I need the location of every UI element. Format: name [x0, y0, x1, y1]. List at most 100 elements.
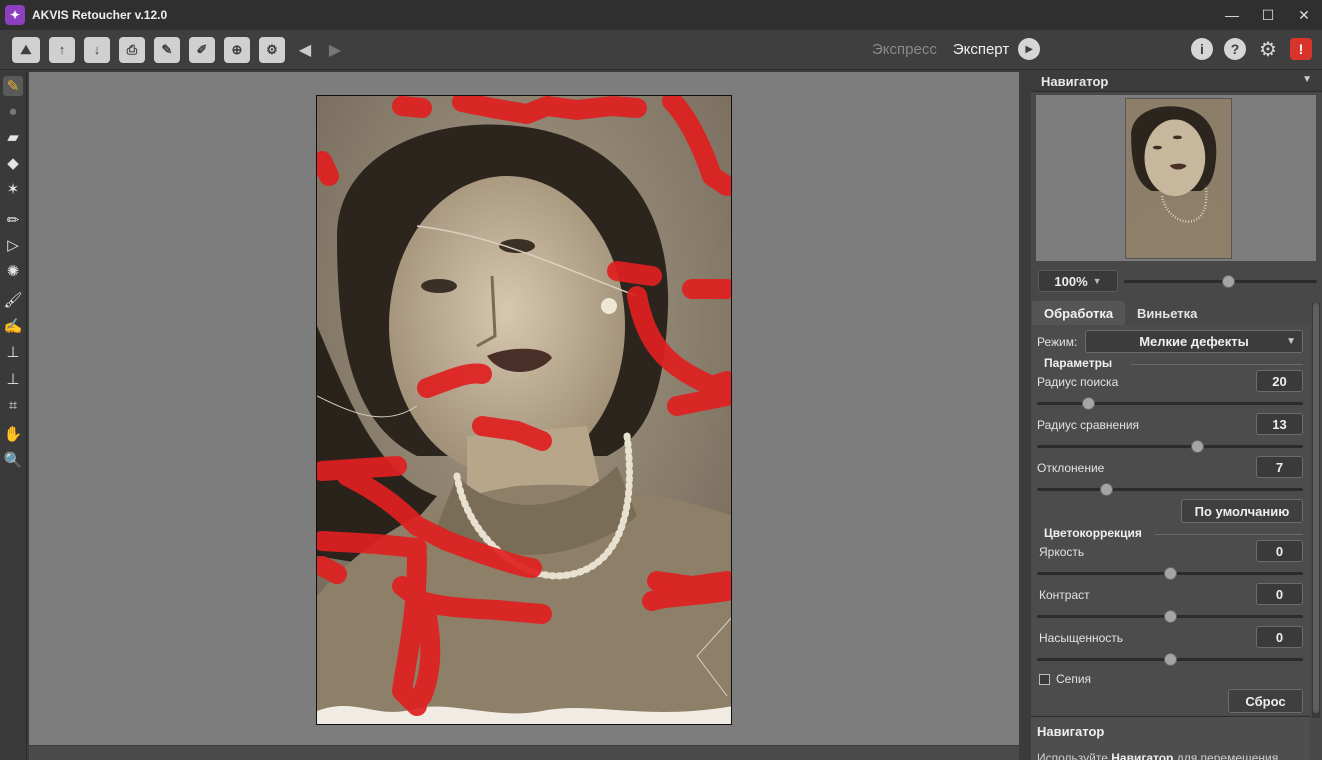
- home-icon[interactable]: ⛰: [12, 36, 40, 63]
- dropdown-arrow-icon: ▼: [1286, 336, 1296, 347]
- sepia-checkbox[interactable]: [1039, 674, 1050, 685]
- tab-vignette[interactable]: Виньетка: [1125, 301, 1209, 325]
- search-radius-thumb[interactable]: [1081, 397, 1095, 410]
- toolbar-right: i ? ⚙ !: [1180, 38, 1312, 61]
- preferences-plugin-icon[interactable]: ⚙: [259, 36, 285, 63]
- tab-processing[interactable]: Обработка: [1032, 301, 1126, 325]
- saturation-input[interactable]: 0: [1256, 626, 1303, 648]
- hand-tool-icon[interactable]: ✋: [3, 424, 23, 444]
- run-play-icon[interactable]: ▶: [1018, 38, 1041, 60]
- section-divider: [1155, 534, 1303, 535]
- mode-switch: Экспресс Эксперт ▶: [872, 38, 1041, 60]
- thumbnail-drawing: [1126, 99, 1231, 258]
- delete-stroke-tool-icon[interactable]: ◆: [3, 153, 23, 173]
- title-bar: ✦ AKVIS Retoucher v.12.0 — ☐ ✕: [0, 0, 1322, 30]
- settings-panel: Навигатор ▼ 100% ▼ Обработка Виньетка Ре…: [1031, 71, 1322, 760]
- zoom-slider-thumb[interactable]: [1222, 275, 1236, 288]
- help-panel: Навигатор Используйте Навигатор для пере…: [1031, 716, 1310, 760]
- search-radius-input[interactable]: 20: [1256, 370, 1303, 392]
- mode-select-value: Мелкие дефекты: [1139, 334, 1249, 349]
- tool-panel: ✎ ● ▰ ◆ ✶ ✏ ▷ ✺ 🖌 ✍ ⊥ ⊥ ⌗ ✋ 🔍: [0, 71, 27, 760]
- main-toolbar: ⛰ ↑ ↓ ⎙ ✎ ✐ ⊕ ⚙ ◀ ▶ Экспресс Эксперт ▶ i…: [0, 30, 1322, 70]
- contrast-input[interactable]: 0: [1256, 583, 1303, 605]
- app-window: ✦ AKVIS Retoucher v.12.0 — ☐ ✕ ⛰ ↑ ↓ ⎙ ✎…: [0, 0, 1322, 760]
- print-icon[interactable]: ⎙: [119, 36, 145, 63]
- redo-arrow-icon[interactable]: ▶: [325, 37, 345, 63]
- marker-tool-icon[interactable]: ✏: [3, 210, 23, 230]
- news-alert-icon[interactable]: !: [1290, 38, 1312, 60]
- saturation-thumb[interactable]: [1164, 653, 1177, 666]
- help-text-suffix: для перемещения: [1173, 751, 1279, 760]
- image-canvas[interactable]: [29, 72, 1019, 745]
- save-file-icon[interactable]: ↓: [84, 36, 110, 63]
- healing-brush-tool-icon[interactable]: ✍: [3, 316, 23, 336]
- brightness-slider[interactable]: [1037, 567, 1303, 580]
- maximize-button[interactable]: ☐: [1250, 0, 1286, 30]
- section-divider: [1131, 364, 1303, 365]
- clone-stamp-tool-icon[interactable]: ⊥: [3, 342, 23, 362]
- compare-radius-slider[interactable]: [1037, 440, 1303, 453]
- help-title: Навигатор: [1037, 724, 1105, 739]
- batch-icon[interactable]: ⊕: [224, 36, 250, 63]
- window-title: AKVIS Retoucher v.12.0: [32, 8, 168, 22]
- zoom-slider[interactable]: [1124, 275, 1317, 288]
- mode-express-tab[interactable]: Экспресс: [872, 41, 937, 58]
- mode-select[interactable]: Мелкие дефекты ▼: [1085, 330, 1303, 353]
- info-icon[interactable]: i: [1191, 38, 1213, 60]
- undo-arrow-icon[interactable]: ◀: [295, 37, 315, 63]
- brightness-thumb[interactable]: [1164, 567, 1177, 580]
- open-file-icon[interactable]: ↑: [49, 36, 75, 63]
- collapse-caret-icon[interactable]: ▼: [1302, 74, 1312, 85]
- zoom-dropdown[interactable]: 100% ▼: [1038, 270, 1118, 292]
- help-text: Используйте Навигатор для перемещения: [1037, 751, 1278, 760]
- compare-radius-thumb[interactable]: [1190, 440, 1204, 453]
- navigator-thumbnail[interactable]: [1125, 98, 1232, 259]
- search-radius-slider[interactable]: [1037, 397, 1303, 410]
- contrast-slider[interactable]: [1037, 610, 1303, 623]
- tabs: Обработка Виньетка: [1031, 301, 1311, 325]
- compare-radius-label: Радиус сравнения: [1037, 418, 1140, 432]
- reset-button[interactable]: Сброс: [1228, 689, 1303, 713]
- horizontal-scrollbar[interactable]: [29, 746, 1019, 760]
- saturation-slider[interactable]: [1037, 653, 1303, 666]
- default-button[interactable]: По умолчанию: [1181, 499, 1303, 523]
- deviation-input[interactable]: 7: [1256, 456, 1303, 478]
- close-button[interactable]: ✕: [1286, 0, 1322, 30]
- settings-scrollbar-thumb[interactable]: [1313, 303, 1319, 713]
- crop-tool-icon[interactable]: ⌗: [3, 395, 23, 415]
- color-section-title: Цветокоррекция: [1044, 526, 1142, 540]
- zoom-value: 100%: [1054, 273, 1088, 289]
- processing-settings: Режим: Мелкие дефекты ▼ Параметры Радиус…: [1031, 325, 1310, 715]
- settings-gear-icon[interactable]: ⚙: [1257, 38, 1279, 61]
- deviation-thumb[interactable]: [1100, 483, 1114, 496]
- import-strokes-icon[interactable]: ✐: [189, 36, 215, 63]
- brightness-input[interactable]: 0: [1256, 540, 1303, 562]
- photo-drawing: [317, 96, 731, 724]
- contrast-thumb[interactable]: [1164, 610, 1177, 623]
- contrast-label: Контраст: [1039, 588, 1090, 602]
- eraser-tool-icon[interactable]: ▰: [3, 127, 23, 147]
- photo-image[interactable]: [316, 95, 732, 725]
- zoom-row: 100% ▼: [1031, 267, 1322, 297]
- zoom-tool-icon[interactable]: 🔍: [3, 450, 23, 470]
- deviation-slider[interactable]: [1037, 483, 1303, 496]
- chameleon-brush-tool-icon[interactable]: ⊥: [3, 369, 23, 389]
- mode-expert-tab[interactable]: Эксперт: [953, 41, 1009, 58]
- dropdown-arrow-icon: ▼: [1092, 276, 1102, 286]
- compare-radius-input[interactable]: 13: [1256, 413, 1303, 435]
- settings-scrollbar[interactable]: [1312, 303, 1320, 718]
- minimize-button[interactable]: —: [1214, 0, 1250, 30]
- brush-tool-icon[interactable]: 🖌: [3, 290, 23, 310]
- magic-wand-tool-icon[interactable]: ✶: [3, 179, 23, 199]
- mode-label: Режим:: [1037, 335, 1078, 349]
- navigator-preview[interactable]: [1036, 95, 1316, 261]
- defect-brush-tool-icon[interactable]: ✎: [3, 76, 23, 96]
- export-strokes-icon[interactable]: ✎: [154, 36, 180, 63]
- navigator-header[interactable]: Навигатор ▼: [1031, 71, 1322, 92]
- window-controls: — ☐ ✕: [1214, 0, 1322, 30]
- retouch-tool-icon[interactable]: ●: [3, 101, 23, 121]
- selection-brush-tool-icon[interactable]: ✺: [3, 261, 23, 281]
- lasso-tool-icon[interactable]: ▷: [3, 235, 23, 255]
- help-text-prefix: Используйте: [1037, 751, 1112, 760]
- help-icon[interactable]: ?: [1224, 38, 1246, 60]
